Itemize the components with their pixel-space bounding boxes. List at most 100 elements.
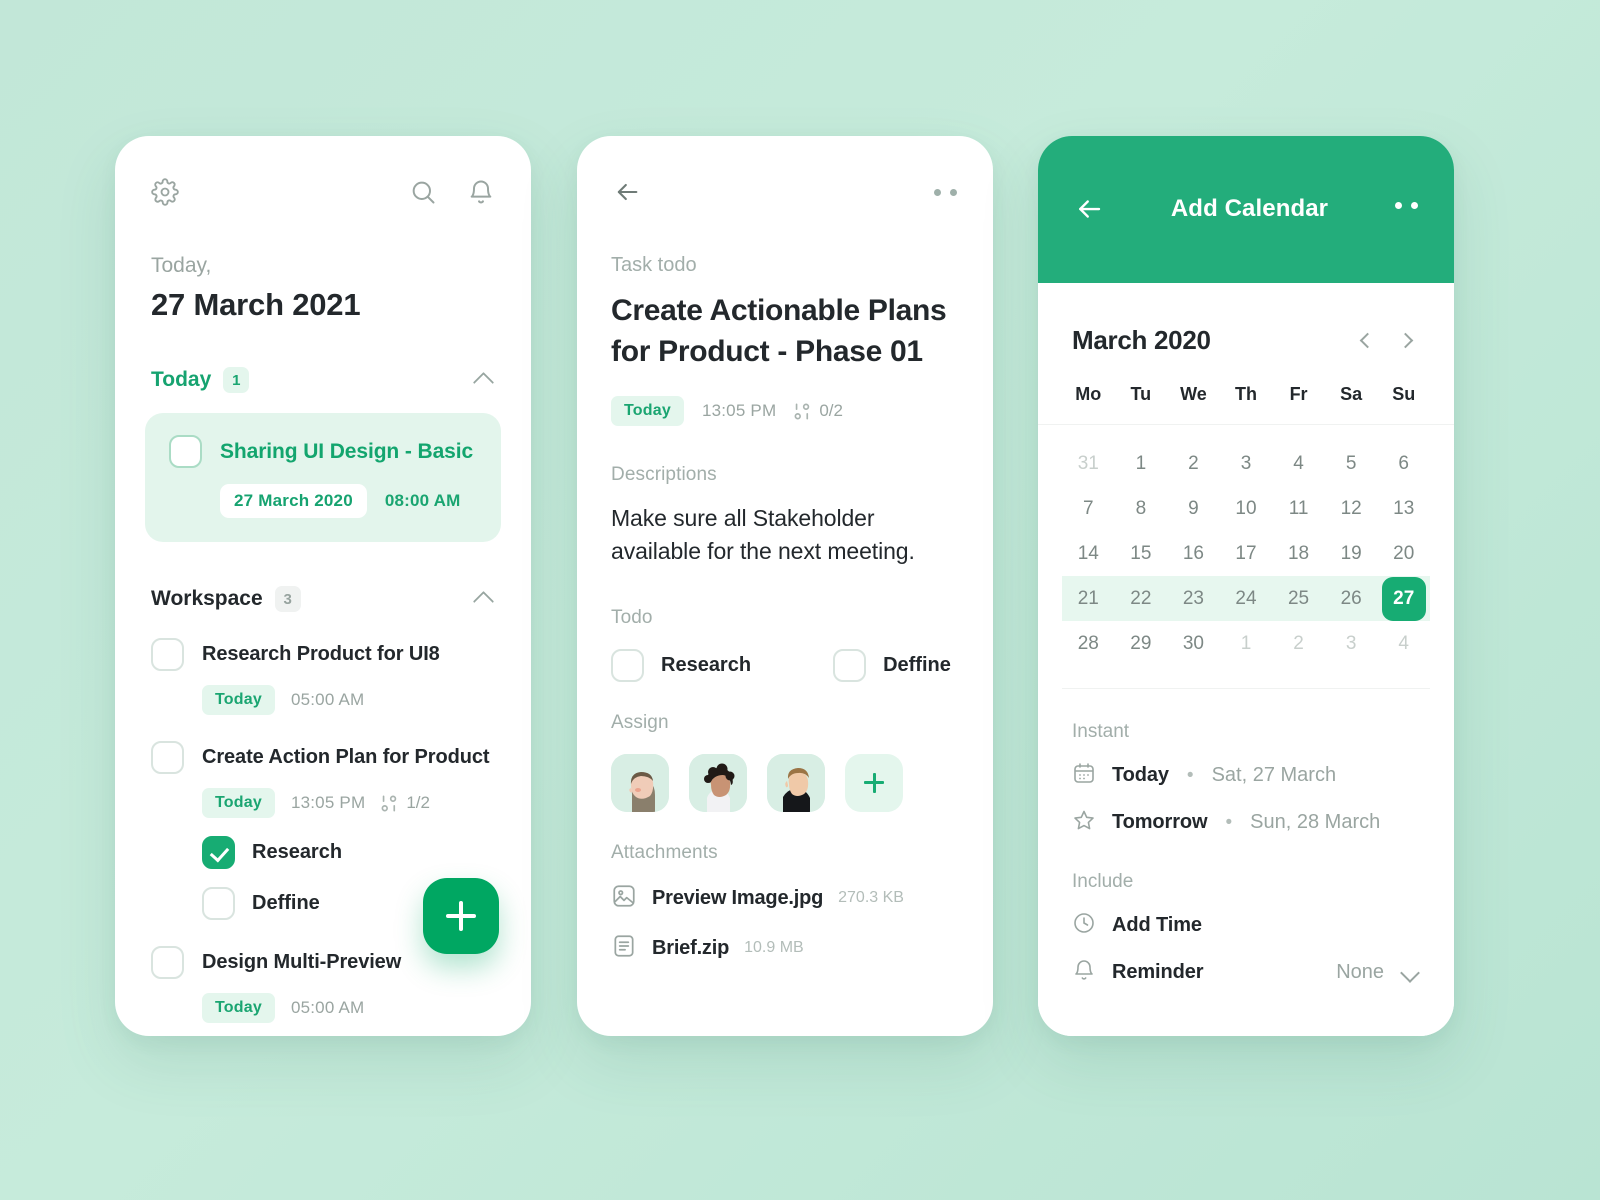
- subtask-item[interactable]: Research: [202, 836, 495, 869]
- task-time: 08:00 AM: [384, 491, 461, 510]
- instant-today-row[interactable]: Today • Sat, 27 March: [1072, 761, 1420, 790]
- bell-icon[interactable]: [467, 178, 495, 206]
- phone-screen-add-calendar: Add Calendar March 2020 Mo Tu We Th Fr S…: [1038, 136, 1454, 1036]
- calendar-day[interactable]: 21: [1062, 576, 1115, 621]
- attachment-item[interactable]: Brief.zip 10.9 MB: [611, 933, 959, 964]
- descriptions-label: Descriptions: [611, 464, 717, 485]
- calendar-day[interactable]: 12: [1325, 486, 1378, 531]
- todo-label-text: Research: [661, 653, 752, 676]
- calendar-day[interactable]: 3: [1325, 621, 1378, 666]
- task-checkbox[interactable]: [151, 741, 184, 774]
- calendar-day[interactable]: 3: [1220, 441, 1273, 486]
- calendar-day[interactable]: 11: [1272, 486, 1325, 531]
- group-header-workspace[interactable]: Workspace 3: [151, 586, 495, 612]
- task-checkbox[interactable]: [151, 638, 184, 671]
- chevron-down-icon[interactable]: [1400, 963, 1420, 983]
- gear-icon[interactable]: [151, 178, 179, 206]
- task-checkbox[interactable]: [169, 435, 202, 468]
- image-file-icon: [611, 883, 637, 914]
- calendar-day[interactable]: 25: [1272, 576, 1325, 621]
- task-item[interactable]: Research Product for UI8 Today 05:00 AM: [151, 638, 495, 715]
- more-options-icon[interactable]: [934, 188, 957, 196]
- calendar-day[interactable]: 4: [1377, 621, 1430, 666]
- instant-tomorrow-row[interactable]: Tomorrow • Sun, 28 March: [1072, 808, 1420, 837]
- task-meta: Today 13:05 PM 1/2: [202, 788, 495, 818]
- todo-item[interactable]: Research: [611, 648, 752, 682]
- instant-name: Today: [1112, 764, 1169, 786]
- avatar[interactable]: [689, 753, 747, 812]
- highlighted-task-row: Sharing UI Design - Basic: [169, 435, 477, 468]
- avatar[interactable]: [611, 753, 669, 812]
- task-checkbox[interactable]: [151, 946, 184, 979]
- group-count-badge: 1: [223, 367, 250, 393]
- task-title: Research Product for UI8: [202, 643, 440, 665]
- todo-list: Research Deffine: [611, 648, 959, 682]
- calendar-day[interactable]: 26: [1325, 576, 1378, 621]
- add-time-row[interactable]: Add Time: [1072, 911, 1420, 940]
- calendar-day[interactable]: 4: [1272, 441, 1325, 486]
- calendar-day[interactable]: 2: [1272, 621, 1325, 666]
- calendar-day[interactable]: 1: [1220, 621, 1273, 666]
- task-description: Make sure all Stakeholder available for …: [611, 505, 915, 565]
- calendar-day[interactable]: 30: [1167, 621, 1220, 666]
- calendar-day[interactable]: 10: [1220, 486, 1273, 531]
- weekday-label: We: [1180, 384, 1207, 404]
- attachment-item[interactable]: Preview Image.jpg 270.3 KB: [611, 883, 959, 914]
- calendar-day[interactable]: 24: [1220, 576, 1273, 621]
- prev-month-button[interactable]: [1352, 328, 1378, 354]
- calendar-day[interactable]: 28: [1062, 621, 1115, 666]
- arrow-left-icon[interactable]: [1074, 194, 1104, 224]
- add-task-fab[interactable]: [423, 878, 499, 954]
- include-name: Add Time: [1112, 914, 1202, 936]
- subtask-checkbox[interactable]: [202, 836, 235, 869]
- reminder-row[interactable]: Reminder None: [1072, 958, 1420, 987]
- clock-icon: [1072, 911, 1096, 940]
- calendar-day[interactable]: 2: [1167, 441, 1220, 486]
- instant-section: Instant Today • Sat, 27 March Tomorrow •…: [1072, 721, 1420, 837]
- assign-label: Assign: [611, 711, 669, 733]
- group-header-today[interactable]: Today 1: [151, 367, 495, 393]
- chevron-up-icon[interactable]: [473, 588, 495, 610]
- calendar-day[interactable]: 1: [1115, 441, 1168, 486]
- avatar[interactable]: [767, 753, 825, 812]
- calendar-day[interactable]: 9: [1167, 486, 1220, 531]
- calendar-day[interactable]: 7: [1062, 486, 1115, 531]
- calendar-day[interactable]: 17: [1220, 531, 1273, 576]
- task-title: Create Action Plan for Product: [202, 746, 490, 768]
- calendar-day[interactable]: 13: [1377, 486, 1430, 531]
- chevron-up-icon[interactable]: [473, 369, 495, 391]
- calendar-day[interactable]: 22: [1115, 576, 1168, 621]
- task-item[interactable]: Design Multi-Preview Today 05:00 AM: [151, 946, 495, 1023]
- arrow-left-icon[interactable]: [613, 178, 641, 206]
- highlighted-task-card[interactable]: Sharing UI Design - Basic 27 March 2020 …: [145, 413, 501, 542]
- calendar-day[interactable]: 31: [1062, 441, 1115, 486]
- calendar-day[interactable]: 23: [1167, 576, 1220, 621]
- calendar-grid: Mo Tu We Th Fr Sa Su 31 1 2 3 4 5 6 7 8 …: [1038, 384, 1454, 689]
- calendar-day[interactable]: 14: [1062, 531, 1115, 576]
- calendar-day[interactable]: 6: [1377, 441, 1430, 486]
- todo-label-text: Deffine: [883, 653, 951, 676]
- subtask-checkbox[interactable]: [202, 887, 235, 920]
- calendar-day[interactable]: 18: [1272, 531, 1325, 576]
- calendar-day[interactable]: 8: [1115, 486, 1168, 531]
- next-month-button[interactable]: [1394, 328, 1420, 354]
- calendar-day[interactable]: 20: [1377, 531, 1430, 576]
- calendar-day[interactable]: 5: [1325, 441, 1378, 486]
- search-icon[interactable]: [409, 178, 437, 206]
- calendar-day[interactable]: 16: [1167, 531, 1220, 576]
- calendar-day[interactable]: 29: [1115, 621, 1168, 666]
- todo-item[interactable]: Deffine: [833, 648, 951, 682]
- subtask-icon: [794, 403, 810, 419]
- todo-checkbox[interactable]: [611, 648, 644, 682]
- calendar-day[interactable]: 15: [1115, 531, 1168, 576]
- todo-checkbox[interactable]: [833, 648, 867, 682]
- dot-separator: •: [1225, 811, 1233, 833]
- task-day-chip: Today: [611, 396, 684, 426]
- calendar-day-selected[interactable]: 27: [1377, 576, 1430, 621]
- highlighted-task-meta: 27 March 2020 08:00 AM: [220, 484, 477, 518]
- add-assignee-button[interactable]: [845, 753, 903, 812]
- more-options-icon[interactable]: [1395, 202, 1418, 209]
- subtask-label: Research: [252, 841, 343, 863]
- task-row: Create Action Plan for Product: [151, 741, 495, 774]
- calendar-day[interactable]: 19: [1325, 531, 1378, 576]
